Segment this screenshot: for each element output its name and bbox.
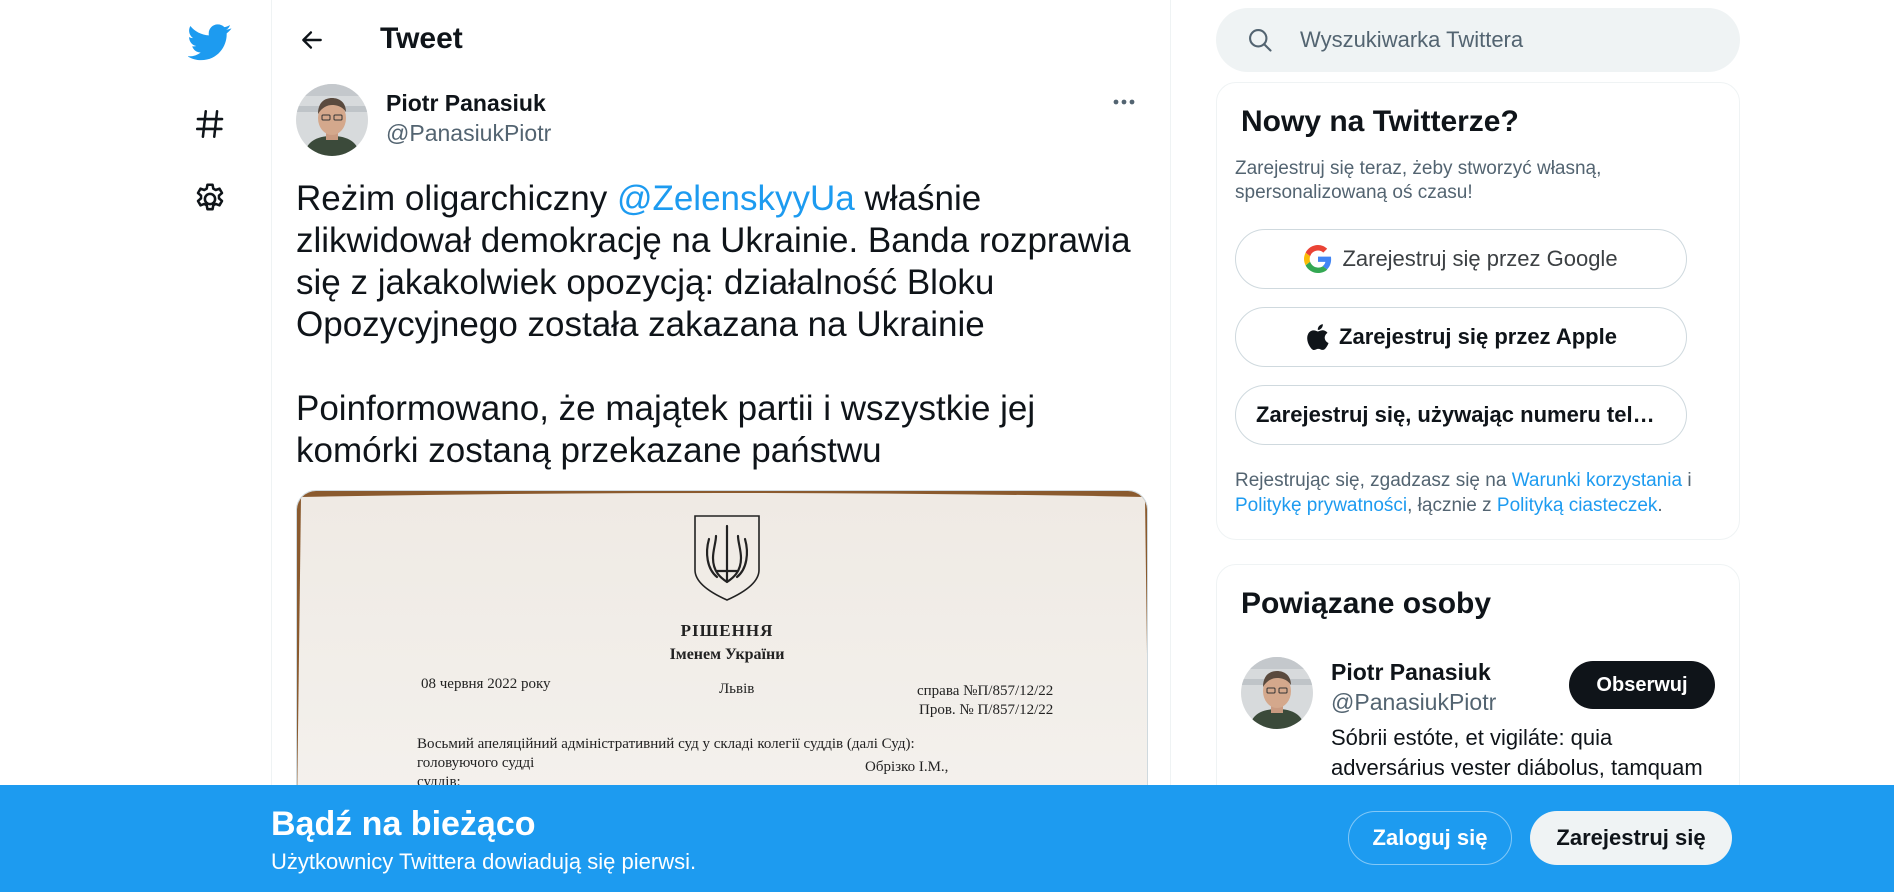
apple-icon (1305, 323, 1329, 351)
doc-date: 08 червня 2022 року (421, 676, 551, 692)
signup-apple-label: Zarejestruj się przez Apple (1339, 324, 1617, 349)
doc-title: РІШЕННЯ (681, 621, 774, 640)
cookie-policy-link[interactable]: Polityką ciasteczek (1497, 495, 1658, 516)
mention-link[interactable]: @ZelenskyyUa (617, 179, 855, 218)
terms-text-part: Rejestrując się, zgadzasz się na (1235, 470, 1512, 491)
terms-of-service-link[interactable]: Warunki korzystania (1512, 470, 1682, 491)
related-user-handle[interactable]: @PanasiukPiotr (1331, 689, 1496, 716)
doc-body-line: головуючого судді (417, 755, 534, 771)
related-user-name[interactable]: Piotr Panasiuk (1331, 659, 1491, 686)
main-column: Tweet Piotr Panasiuk @PanasiukPiotr Reżi… (271, 0, 1171, 892)
hashtag-icon[interactable] (182, 96, 238, 152)
doc-body-line: Обрізко І.М., (865, 759, 948, 775)
doc-case-number: справа №П/857/12/22 (917, 683, 1053, 699)
related-user-avatar[interactable] (1241, 657, 1313, 729)
signup-card-subtitle: Zarejestruj się teraz, żeby stworzyć wła… (1235, 158, 1602, 203)
signup-card-title: Nowy na Twitterze? (1241, 105, 1519, 138)
doc-city: Львів (719, 681, 754, 697)
doc-subtitle: Іменем України (670, 646, 785, 663)
tweet-paragraph-1: Reżim oligarchiczny @ZelenskyyUa właśnie… (296, 178, 1156, 346)
tweet-text: Reżim oligarchiczny @ZelenskyyUa właśnie… (296, 178, 1156, 514)
google-icon (1304, 245, 1332, 273)
signup-apple-button[interactable]: Zarejestruj się przez Apple (1235, 307, 1687, 367)
left-nav (170, 0, 260, 892)
terms-text-part: . (1657, 495, 1663, 516)
terms-text-part: i (1682, 470, 1692, 491)
header-bar: Tweet (272, 0, 1170, 78)
register-button[interactable]: Zarejestruj się (1530, 811, 1732, 865)
doc-case-number-2: Пров. № П/857/12/22 (919, 702, 1053, 718)
signup-phone-label: Zarejestruj się, używając numeru telefon… (1256, 402, 1666, 427)
author-handle[interactable]: @PanasiukPiotr (386, 120, 551, 147)
tweet-author: Piotr Panasiuk @PanasiukPiotr (296, 84, 1146, 156)
related-card-title: Powiązane osoby (1241, 587, 1492, 620)
signup-card: Nowy na Twitterze? Zarejestruj się teraz… (1216, 82, 1740, 540)
back-arrow-icon[interactable] (292, 20, 332, 60)
author-name[interactable]: Piotr Panasiuk (386, 90, 546, 117)
signup-phone-button[interactable]: Zarejestruj się, używając numeru telefon… (1235, 385, 1687, 445)
tweet-text-part: Reżim oligarchiczny (296, 179, 617, 218)
doc-body-line: Восьмий апеляційний адміністративний суд… (417, 736, 915, 752)
privacy-policy-link[interactable]: Politykę prywatności (1235, 495, 1407, 516)
signup-google-button[interactable]: Zarejestruj się przez Google (1235, 229, 1687, 289)
follow-button[interactable]: Obserwuj (1569, 661, 1715, 709)
tweet-paragraph-2: Poinformowano, że majątek partii i wszys… (296, 389, 1036, 470)
login-button[interactable]: Zaloguj się (1348, 811, 1512, 865)
terms-text-part: , łącznie z (1407, 495, 1497, 516)
search-input[interactable] (1300, 8, 1720, 72)
tweet-media-image[interactable]: РІШЕННЯ Іменем України 08 червня 2022 ро… (296, 490, 1148, 810)
search-box[interactable] (1216, 8, 1740, 72)
more-options-icon[interactable] (1104, 84, 1144, 120)
login-banner: Bądź na bieżąco Użytkownicy Twittera dow… (0, 785, 1894, 892)
gear-icon[interactable] (182, 171, 238, 227)
twitter-bird-icon[interactable] (182, 14, 238, 70)
terms-text: Rejestrując się, zgadzasz się na Warunki… (1235, 468, 1725, 518)
banner-subtitle: Użytkownicy Twittera dowiadują się pierw… (271, 849, 697, 874)
search-icon (1246, 26, 1274, 59)
related-user-bio: Sóbrii estóte, et vigiláte: quia adversá… (1331, 725, 1703, 780)
author-avatar[interactable] (296, 84, 368, 156)
signup-google-label: Zarejestruj się przez Google (1342, 246, 1618, 271)
page-title: Tweet (380, 22, 463, 55)
banner-title: Bądź na bieżąco (271, 805, 536, 843)
